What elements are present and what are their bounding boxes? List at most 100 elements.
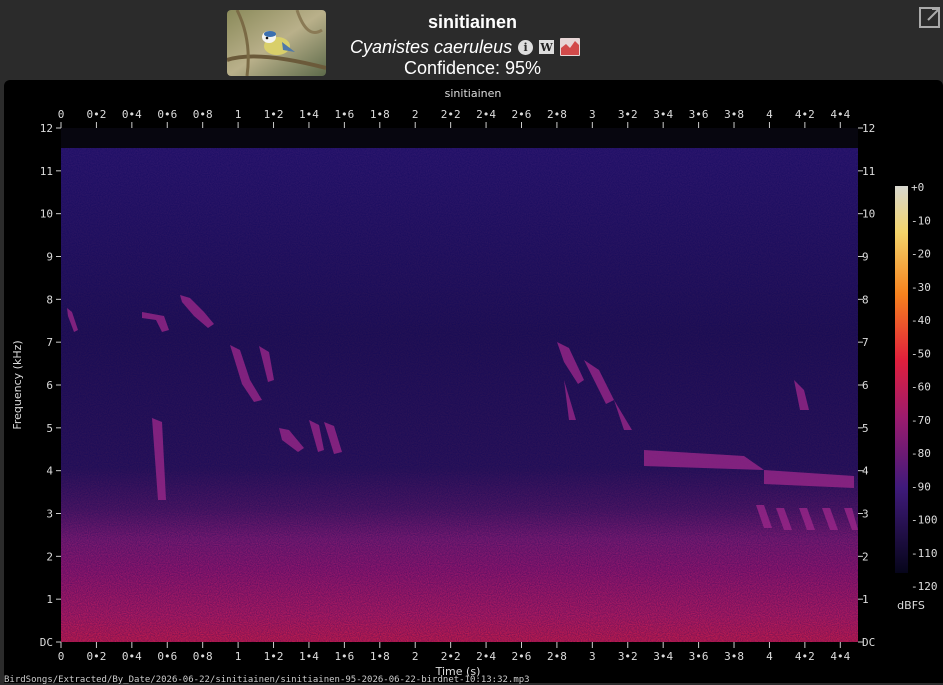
y-right-tick-label: 3 (862, 508, 869, 521)
y-right-tick-label: 10 (862, 208, 875, 221)
y-right-tick-label: 11 (862, 165, 875, 178)
x-top-tick-label: 3 (589, 108, 596, 121)
x-bottom-tick-label: 3•4 (653, 650, 673, 663)
colorbar-tick-label: -90 (911, 480, 931, 493)
x-top-tick-label: 0•4 (122, 108, 142, 121)
colorbar-tick-label: -30 (911, 281, 931, 294)
colorbar-label: dBFS (897, 599, 925, 612)
y-right-tick-label: 9 (862, 251, 869, 264)
scientific-name-row: Cyanistes caeruleus i W (350, 36, 581, 58)
y-left-tick-label: 12 (40, 122, 53, 135)
x-top-tick-label: 1•8 (370, 108, 390, 121)
y-left-tick-label: 2 (46, 550, 53, 563)
detection-header: sinitiainen Cyanistes caeruleus i W Conf… (0, 0, 943, 82)
chart-title: sinitiainen (445, 87, 502, 100)
x-top-tick-label: 1•2 (264, 108, 284, 121)
x-bottom-tick-label: 2•8 (547, 650, 567, 663)
colorbar-tick-label: -60 (911, 381, 931, 394)
x-axis-bottom: 0 0•2 0•4 0•6 0•8 1 1•2 1•4 1•6 1•8 2 2•2 2•4 2•6 2•8 3… (58, 642, 851, 663)
x-top-tick-label: 0 (58, 108, 65, 121)
spectrogram-panel: sinitiainen 0 0•2 0•4 0•6 0•8 1 1•2 1•4 1•6 1•8 2 2… (4, 80, 943, 683)
x-bottom-tick-label: 3•2 (618, 650, 638, 663)
x-bottom-tick-label: 0•2 (86, 650, 106, 663)
info-icon[interactable]: i (518, 39, 534, 55)
scientific-name: Cyanistes caeruleus (350, 36, 513, 57)
colorbar-tick-label: -40 (911, 314, 931, 327)
file-path: BirdSongs/Extracted/By_Date/2026-06-22/s… (4, 675, 530, 685)
x-top-tick-label: 3•2 (618, 108, 638, 121)
y-left-tick-label: 6 (46, 379, 53, 392)
x-bottom-tick-label: 0 (58, 650, 65, 663)
colorbar (895, 186, 908, 573)
x-bottom-tick-label: 0•6 (157, 650, 177, 663)
x-bottom-tick-label: 4•4 (830, 650, 850, 663)
x-bottom-tick-label: 4 (766, 650, 773, 663)
y-left-tick-label: 10 (40, 208, 53, 221)
y-right-tick-label: 4 (862, 465, 869, 478)
x-top-tick-label: 1•6 (334, 108, 354, 121)
spectrogram-svg[interactable]: sinitiainen 0 0•2 0•4 0•6 0•8 1 1•2 1•4 1•6 1•8 2 2… (4, 80, 943, 683)
x-top-tick-label: 1 (235, 108, 242, 121)
y-left-tick-label: 7 (46, 336, 53, 349)
confidence-label: Confidence: 95% (403, 58, 542, 78)
x-bottom-tick-label: 2•4 (476, 650, 496, 663)
y-left-tick-label: 9 (46, 251, 53, 264)
expand-icon[interactable] (918, 5, 942, 29)
x-axis-top: 0 0•2 0•4 0•6 0•8 1 1•2 1•4 1•6 1•8 2 2•2 2•4 2•6 2•8 3… (58, 108, 851, 128)
x-bottom-tick-label: 1•8 (370, 650, 390, 663)
y-left-tick-label: 8 (46, 293, 53, 306)
x-top-tick-label: 0•2 (86, 108, 106, 121)
common-name: sinitiainen (427, 12, 517, 32)
y-right-tick-label: 5 (862, 422, 869, 435)
x-top-tick-label: 1•4 (299, 108, 319, 121)
colorbar-tick-label: -20 (911, 248, 931, 261)
x-top-tick-label: 0•8 (193, 108, 213, 121)
y-axis-right: DC123456789101112 (858, 122, 875, 649)
x-top-tick-label: 4•4 (830, 108, 850, 121)
colorbar-tick-label: -70 (911, 414, 931, 427)
x-bottom-tick-label: 3•6 (689, 650, 709, 663)
spectrogram-top-void (61, 128, 858, 148)
colorbar-tick-label: -110 (911, 547, 938, 560)
colorbar-tick-label: -120 (911, 580, 938, 593)
x-bottom-tick-label: 0•8 (193, 650, 213, 663)
x-bottom-tick-label: 1 (235, 650, 242, 663)
colorbar-tick-label: -50 (911, 347, 931, 360)
y-right-tick-label: 7 (862, 336, 869, 349)
x-bottom-tick-label: 3 (589, 650, 596, 663)
colorbar-tick-label: +0 (911, 181, 924, 194)
x-bottom-tick-label: 3•8 (724, 650, 744, 663)
x-bottom-tick-label: 1•6 (334, 650, 354, 663)
area-chart-icon[interactable] (560, 38, 581, 56)
x-top-tick-label: 2•2 (441, 108, 461, 121)
y-right-tick-label: 1 (862, 593, 869, 606)
y-left-tick-label: 5 (46, 422, 53, 435)
x-top-tick-label: 4•2 (795, 108, 815, 121)
species-thumbnail[interactable] (227, 10, 326, 76)
x-bottom-tick-label: 2 (412, 650, 419, 663)
y-left-tick-label: 4 (46, 465, 53, 478)
colorbar-tick-label: -80 (911, 447, 931, 460)
x-top-tick-label: 2•8 (547, 108, 567, 121)
x-top-tick-label: 4 (766, 108, 773, 121)
spectrogram-noise (61, 128, 858, 642)
x-top-tick-label: 2 (412, 108, 419, 121)
x-bottom-tick-label: 4•2 (795, 650, 815, 663)
y-axis-left: DC123456789101112 (40, 122, 61, 649)
x-bottom-tick-label: 2•6 (512, 650, 532, 663)
colorbar-tick-label: -10 (911, 214, 931, 227)
x-top-tick-label: 2•4 (476, 108, 496, 121)
colorbar-tick-label: -100 (911, 514, 938, 527)
x-top-tick-label: 2•6 (512, 108, 532, 121)
colorbar-ticks: +0 -10 -20 -30 -40 -50 -60 -70 -80 -90 -100 -110 -12… (911, 181, 938, 593)
y-left-tick-label: 3 (46, 508, 53, 521)
x-top-tick-label: 3•6 (689, 108, 709, 121)
y-right-tick-label: DC (862, 636, 875, 649)
x-top-tick-label: 3•8 (724, 108, 744, 121)
x-bottom-tick-label: 1•4 (299, 650, 319, 663)
x-bottom-tick-label: 0•4 (122, 650, 142, 663)
y-left-tick-label: 1 (46, 593, 53, 606)
wikipedia-icon[interactable]: W (539, 40, 555, 54)
y-left-tick-label: 11 (40, 165, 53, 178)
y-right-tick-label: 12 (862, 122, 875, 135)
